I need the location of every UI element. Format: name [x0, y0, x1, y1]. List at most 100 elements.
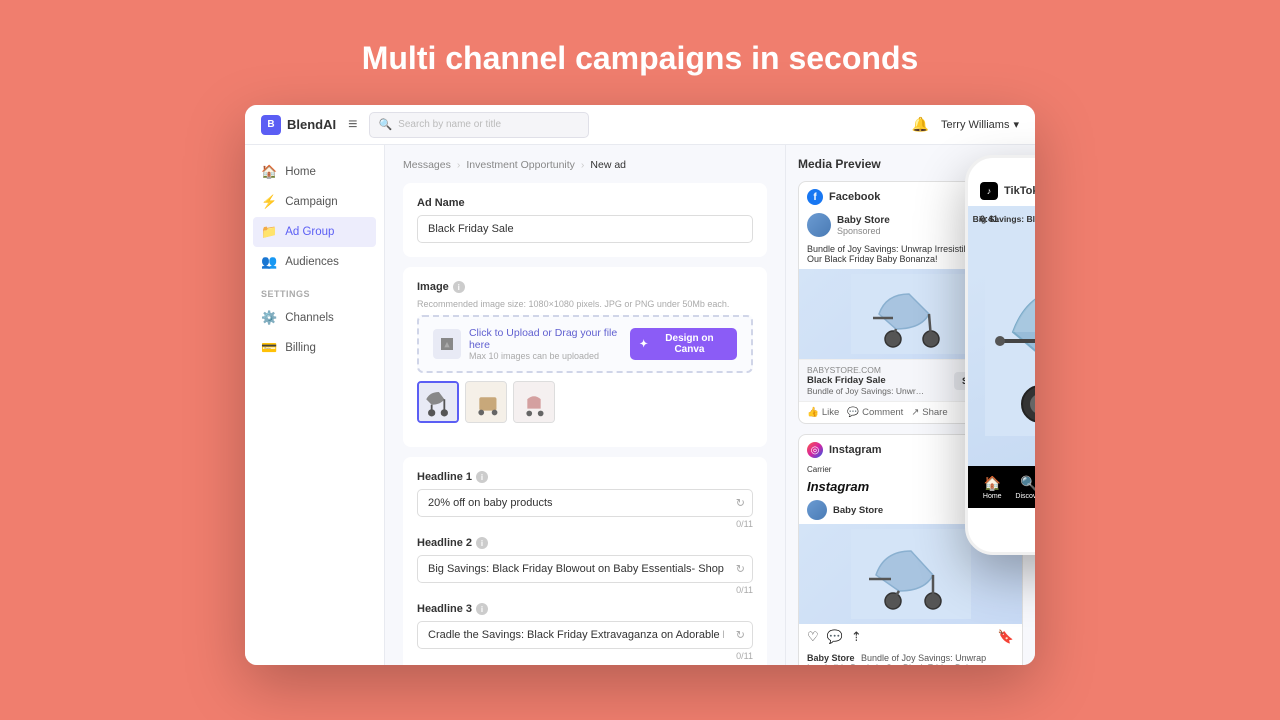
image-thumb-1[interactable]	[417, 381, 459, 423]
ad-name-section: Ad Name	[403, 183, 767, 257]
image-thumb-3[interactable]	[513, 381, 555, 423]
upload-subtext: Max 10 images can be uploaded	[469, 351, 630, 361]
headline2-info-icon: i	[476, 537, 488, 549]
facebook-icon: f	[807, 189, 823, 205]
fb-like-button[interactable]: 👍 Like	[807, 407, 839, 418]
sidebar-item-billing[interactable]: 💳 Billing	[245, 333, 384, 363]
headline1-input-wrap: ↻	[417, 489, 753, 517]
home-icon: 🏠	[261, 164, 277, 180]
headline3-row: Headline 3 i ↻ 0/11	[417, 603, 753, 661]
sidebar-item-adgroup[interactable]: 📁 Ad Group	[253, 217, 376, 247]
headline1-label: Headline 1 i	[417, 471, 753, 483]
headline2-char-count: 0/11	[417, 585, 753, 595]
ig-store-name: Baby Store	[833, 505, 883, 516]
ad-name-label: Ad Name	[417, 197, 753, 209]
fb-share-icon: ↗	[911, 407, 919, 418]
headline2-label: Headline 2 i	[417, 537, 753, 549]
headline2-input[interactable]	[417, 555, 753, 583]
tiktok-phone-mockup: ♪ TikTok Skip ads 0:41 Big Savings: Blac…	[965, 155, 1035, 555]
sidebar: 🏠 Home ⚡ Campaign 📁 Ad Group 👥 Audiences…	[245, 145, 385, 665]
campaign-icon: ⚡	[261, 194, 277, 210]
tt-caption: Big Savings: Black Friday on Baby Essent…	[968, 214, 1035, 224]
app-window: B BlendAI ≡ 🔍 Search by name or title 🔔 …	[245, 105, 1035, 665]
settings-nav: ⚙️ Channels 💳 Billing	[245, 303, 384, 363]
image-hint: Recommended image size: 1080×1080 pixels…	[417, 299, 753, 309]
fb-ad-title: Black Friday Sale	[807, 375, 927, 386]
fb-comment-icon: 💬	[847, 407, 859, 418]
upload-left: Click to Upload or Drag your file here M…	[433, 327, 630, 361]
tiktok-video-area: 0:41 Big Savings: Black Friday on Baby E…	[968, 206, 1035, 466]
ig-like-icon[interactable]: ♡	[807, 629, 819, 645]
fb-share-button[interactable]: ↗ Share	[911, 407, 947, 418]
ig-comment-icon[interactable]: 💬	[827, 629, 843, 645]
tiktok-bottom-nav: 🏠 Home 🔍 Discover + 💬 Inbox 👤 Me	[968, 466, 1035, 508]
image-label: Image i	[417, 281, 753, 293]
image-upload-area[interactable]: Click to Upload or Drag your file here M…	[417, 315, 753, 373]
fb-label: Facebook	[829, 191, 880, 203]
app-logo: B BlendAI	[261, 115, 336, 135]
headline1-row: Headline 1 i ↻ 0/11	[417, 471, 753, 529]
headline3-input-wrap: ↻	[417, 621, 753, 649]
headline1-char-count: 0/11	[417, 519, 753, 529]
upload-thumb-icon	[433, 329, 461, 359]
adgroup-icon: 📁	[261, 224, 277, 240]
headline3-label: Headline 3 i	[417, 603, 753, 615]
content-area: Messages › Investment Opportunity › New …	[385, 145, 785, 665]
fb-like-icon: 👍	[807, 407, 819, 418]
image-section: Image i Recommended image size: 1080×108…	[403, 267, 767, 447]
logo-icon: B	[261, 115, 281, 135]
ad-name-input[interactable]	[417, 215, 753, 243]
sidebar-item-home[interactable]: 🏠 Home	[245, 157, 384, 187]
image-info-icon: i	[453, 281, 465, 293]
image-thumb-2[interactable]	[465, 381, 507, 423]
headline1-input[interactable]	[417, 489, 753, 517]
tiktok-header: ♪ TikTok Skip ads	[968, 176, 1035, 206]
fb-site-name: BABYSTORE.COM	[807, 365, 927, 375]
headline2-row: Headline 2 i ↻ 0/11	[417, 537, 753, 595]
upload-text: Click to Upload or Drag your file here	[469, 327, 630, 351]
headline2-input-wrap: ↻	[417, 555, 753, 583]
hamburger-icon[interactable]: ≡	[348, 116, 357, 134]
headline3-info-icon: i	[476, 603, 488, 615]
fb-ad-desc: Bundle of Joy Savings: Unwrap Irresistib…	[807, 386, 927, 396]
page-title: Multi channel campaigns in seconds	[362, 40, 919, 77]
headline3-char-count: 0/11	[417, 651, 753, 661]
channels-icon: ⚙️	[261, 310, 277, 326]
ig-bookmark-icon[interactable]: 🔖	[998, 629, 1014, 645]
settings-section-label: SETTINGS	[245, 277, 384, 303]
main-layout: 🏠 Home ⚡ Campaign 📁 Ad Group 👥 Audiences…	[245, 145, 1035, 665]
fb-avatar	[807, 213, 831, 237]
sidebar-nav: 🏠 Home ⚡ Campaign 📁 Ad Group 👥 Audiences	[245, 157, 384, 277]
chevron-down-icon: ▾	[1013, 118, 1019, 131]
search-icon: 🔍	[378, 118, 392, 131]
tt-nav-discover[interactable]: 🔍 Discover	[1015, 475, 1035, 500]
sidebar-item-channels[interactable]: ⚙️ Channels	[245, 303, 384, 333]
breadcrumb: Messages › Investment Opportunity › New …	[403, 159, 767, 171]
headline1-refresh-icon[interactable]: ↻	[736, 497, 745, 510]
ig-share-icon[interactable]: ⇡	[851, 629, 862, 645]
topbar-right: 🔔 Terry Williams ▾	[912, 116, 1019, 133]
tiktok-logo-icon: ♪	[980, 182, 998, 200]
ig-caption: Baby Store Bundle of Joy Savings: Unwrap…	[799, 650, 1022, 665]
instagram-icon: ◎	[807, 442, 823, 458]
ig-avatar	[807, 500, 827, 520]
headline2-refresh-icon[interactable]: ↻	[736, 563, 745, 576]
notification-bell-icon[interactable]: 🔔	[912, 116, 929, 133]
headline1-info-icon: i	[476, 471, 488, 483]
ig-actions: ♡ 💬 ⇡ 🔖	[799, 624, 1022, 650]
tt-nav-home[interactable]: 🏠 Home	[983, 475, 1002, 500]
tiktok-label: TikTok	[1004, 185, 1035, 197]
image-thumbs	[417, 381, 753, 423]
headline3-refresh-icon[interactable]: ↻	[736, 629, 745, 642]
sidebar-item-audiences[interactable]: 👥 Audiences	[245, 247, 384, 277]
sidebar-item-campaign[interactable]: ⚡ Campaign	[245, 187, 384, 217]
canva-design-button[interactable]: ✦ Design on Canva	[630, 328, 737, 360]
audiences-icon: 👥	[261, 254, 277, 270]
ig-label: Instagram	[829, 444, 882, 456]
fb-comment-button[interactable]: 💬 Comment	[847, 407, 903, 418]
user-menu[interactable]: Terry Williams ▾	[941, 118, 1019, 131]
headline3-input[interactable]	[417, 621, 753, 649]
headlines-section: Headline 1 i ↻ 0/11 Headline 2 i	[403, 457, 767, 665]
billing-icon: 💳	[261, 340, 277, 356]
search-bar[interactable]: 🔍 Search by name or title	[369, 112, 589, 138]
